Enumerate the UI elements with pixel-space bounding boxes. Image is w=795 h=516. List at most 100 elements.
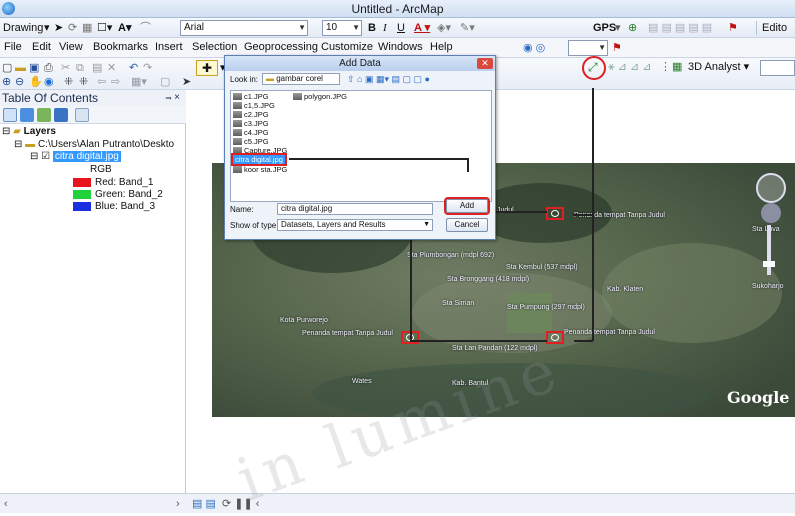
underline-button[interactable]: U <box>397 21 405 35</box>
save-icon[interactable]: ▣ <box>29 61 39 75</box>
open-folder-icon[interactable]: ▬ <box>15 61 26 75</box>
add-control-points-icon[interactable]: ⤢ <box>588 60 598 74</box>
scroll-right-icon[interactable]: › <box>176 497 180 511</box>
layers-row[interactable]: ⊟ ▰ Layers <box>2 126 56 138</box>
name-input[interactable]: citra digital.jpg <box>277 203 433 215</box>
red-band-swatch <box>73 178 91 187</box>
list-by-selection-icon[interactable] <box>54 108 68 122</box>
gps-position-icon[interactable]: ⊕ <box>628 21 637 35</box>
file-item[interactable]: c2.JPG <box>233 110 269 119</box>
flag-icon[interactable]: ⚑ <box>612 41 622 55</box>
select-elements-icon[interactable]: ➤ <box>182 75 191 89</box>
add-data-button[interactable]: ✚ <box>196 60 218 76</box>
blue-band-swatch <box>73 202 91 211</box>
delete-icon[interactable]: ✕ <box>107 61 116 75</box>
menu-help[interactable]: Help <box>430 41 453 53</box>
data-view-icon[interactable]: ▤ ▤ <box>192 497 216 511</box>
editor-combobox[interactable]: ▼ <box>568 40 608 56</box>
menu-file[interactable]: File <box>4 41 22 53</box>
dialog-close-button[interactable]: ✕ <box>477 58 493 69</box>
navigation-icons[interactable]: ⇧ ⌂ ▣ ▦▾ ▤ ▢ ▢ ● <box>347 72 430 86</box>
full-extent-icon[interactable]: ◉ <box>44 75 54 89</box>
menu-selection[interactable]: Selection <box>192 41 237 53</box>
cancel-button[interactable]: Cancel <box>446 218 488 232</box>
file-item[interactable]: c1.JPG <box>233 92 269 101</box>
menu-insert[interactable]: Insert <box>155 41 183 53</box>
zoom-slider[interactable] <box>767 225 771 275</box>
editor-menu[interactable]: Edito <box>762 21 787 35</box>
clear-selection-icon[interactable]: ▢ <box>160 75 170 89</box>
street-view-icon[interactable] <box>761 203 781 223</box>
zoom-whole-page-icon[interactable]: ▦ <box>82 21 92 35</box>
rotate-icon[interactable]: ⟳ <box>68 21 77 35</box>
toc-pin-close-icon[interactable]: ⫬ × <box>166 90 180 106</box>
list-by-visibility-icon[interactable] <box>37 108 51 122</box>
gps-menu[interactable]: GPS <box>593 21 616 35</box>
print-icon[interactable]: ⎙ <box>44 61 53 75</box>
menu-geoprocessing[interactable]: Geoprocessing <box>244 41 318 53</box>
add-button[interactable]: Add <box>444 197 490 215</box>
menu-view[interactable]: View <box>59 41 83 53</box>
select-features-icon[interactable]: ▦▾ <box>131 75 147 89</box>
look-in-combobox[interactable]: ▬ gambar corel <box>262 73 340 85</box>
fill-color-icon[interactable]: ◈▾ <box>437 21 451 35</box>
red-band-label: Red: Band_1 <box>95 177 154 188</box>
3d-analyst-layer-combobox[interactable] <box>760 60 795 76</box>
data-path-row[interactable]: ⊟ ▬ C:\Users\Alan Putranto\Deskto <box>14 139 174 151</box>
file-item[interactable]: c4.JPG <box>233 128 269 137</box>
cut-icon[interactable]: ✂ <box>61 61 70 75</box>
text-icon[interactable]: A▾ <box>118 21 131 35</box>
copy-icon[interactable]: ⧉ <box>76 61 84 75</box>
georeferencing-tools-icon[interactable]: ⚹ ⊿ ⊿ ⊿ <box>608 60 651 74</box>
menu-bookmarks[interactable]: Bookmarks <box>93 41 148 53</box>
redo-icon[interactable]: ↷ <box>143 61 152 75</box>
file-item[interactable]: c3.JPG <box>233 119 269 128</box>
layer-row[interactable]: ⊟ ☑ citra digital.jpg <box>30 151 121 163</box>
zoom-out-icon[interactable]: ⊖ <box>15 75 24 89</box>
line-color-icon[interactable]: ✎▾ <box>460 21 475 35</box>
list-by-drawing-order-icon[interactable] <box>3 108 17 122</box>
chevron-down-icon[interactable]: ▾ <box>615 21 621 35</box>
select-elements-icon[interactable]: ➤ <box>54 21 63 35</box>
scroll-left-icon[interactable]: ‹ <box>4 497 8 511</box>
paste-icon[interactable]: ▤ <box>92 61 102 75</box>
drawing-menu[interactable]: Drawing <box>3 21 43 35</box>
file-list[interactable]: c1.JPG c1,5.JPG c2.JPG c3.JPG c4.JPG c5.… <box>230 90 492 202</box>
bold-button[interactable]: B <box>368 21 376 35</box>
file-item[interactable]: c5.JPG <box>233 137 269 146</box>
file-item[interactable]: c1,5.JPG <box>233 101 275 110</box>
file-item[interactable]: polygon.JPG <box>293 92 347 101</box>
options-icon[interactable] <box>75 108 89 122</box>
show-type-combobox[interactable]: Datasets, Layers and Results ▼ <box>277 219 433 231</box>
pan-icon[interactable]: ✋ <box>29 75 43 89</box>
file-item[interactable]: koor sta.JPG <box>233 165 287 174</box>
3d-analyst-menu[interactable]: 3D Analyst ▾ <box>688 60 749 74</box>
file-item-selected[interactable]: citra digital.jpg <box>231 153 287 166</box>
font-size-combobox[interactable]: 10 ▼ <box>322 20 362 36</box>
font-combobox[interactable]: Arial ▼ <box>180 20 308 36</box>
new-document-icon[interactable]: ▢ <box>2 61 12 75</box>
rectangle-icon[interactable]: ☐▾ <box>97 21 112 35</box>
editor-toolbar-icon[interactable]: ◉ ◎ <box>523 41 545 55</box>
undo-icon[interactable]: ↶ <box>129 61 138 75</box>
italic-button[interactable]: I <box>383 21 387 35</box>
zoom-slider-handle[interactable] <box>763 261 775 267</box>
fixed-zoom-in-icon[interactable]: ⁜ <box>64 75 73 89</box>
menu-customize[interactable]: Customize <box>321 41 373 53</box>
layer-name[interactable]: citra digital.jpg <box>52 151 121 162</box>
font-color-icon[interactable]: A ▾ <box>414 21 430 35</box>
chevron-down-icon[interactable]: ▾ <box>44 21 50 35</box>
map-pan-control[interactable] <box>756 173 786 203</box>
control-point-marker[interactable] <box>546 207 564 220</box>
menu-edit[interactable]: Edit <box>32 41 51 53</box>
flag-icon[interactable]: ⚑ <box>728 21 738 35</box>
list-by-source-icon[interactable] <box>20 108 34 122</box>
gps-tools-icon[interactable]: ▤ ▤ ▤ ▤ ▤ <box>648 21 712 35</box>
fixed-zoom-out-icon[interactable]: ⁜ <box>79 75 88 89</box>
curve-icon[interactable]: ⌒ <box>140 21 151 35</box>
back-extent-icon[interactable]: ⇦ <box>97 75 106 89</box>
file-item[interactable]: Capture.JPG <box>233 146 287 155</box>
zoom-in-icon[interactable]: ⊕ <box>2 75 11 89</box>
forward-extent-icon[interactable]: ⇨ <box>111 75 120 89</box>
menu-windows[interactable]: Windows <box>378 41 423 53</box>
